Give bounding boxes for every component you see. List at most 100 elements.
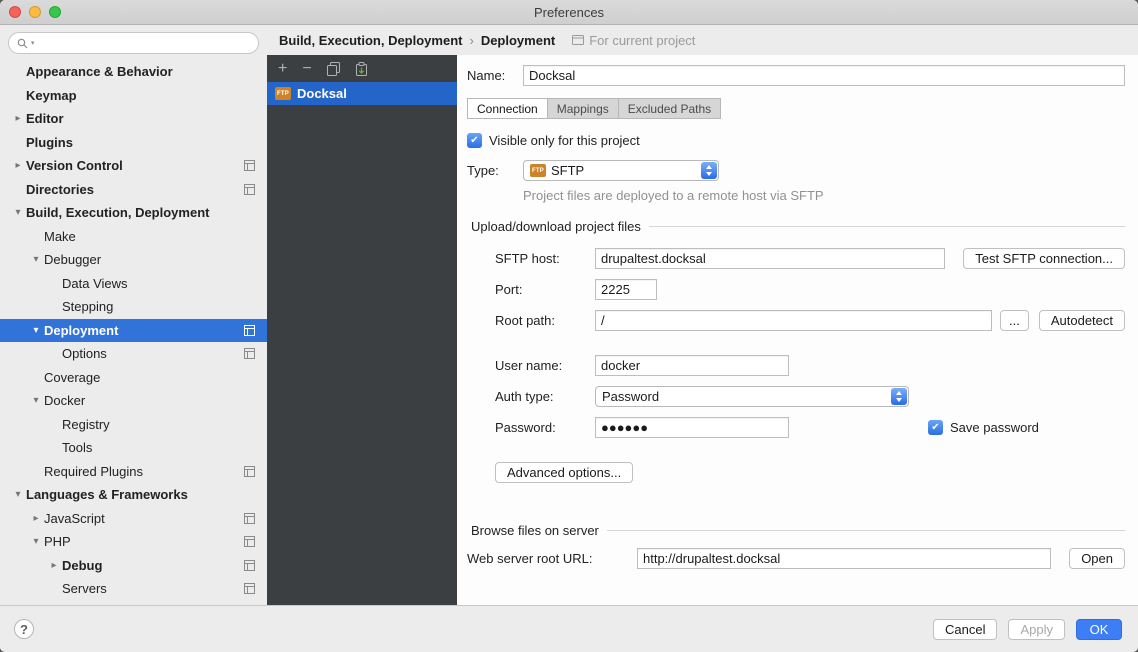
- remove-server-button[interactable]: −: [302, 62, 311, 76]
- sidebar-tree-item[interactable]: ▸ Debug: [0, 554, 267, 578]
- visible-project-label: Visible only for this project: [489, 133, 640, 148]
- visible-project-checkbox[interactable]: ✔: [467, 133, 482, 148]
- breadcrumb-parent[interactable]: Build, Execution, Deployment: [279, 33, 462, 48]
- sidebar-tree-item[interactable]: Plugins: [0, 131, 267, 155]
- cancel-button[interactable]: Cancel: [933, 619, 997, 640]
- sidebar-item-label: Appearance & Behavior: [26, 64, 244, 79]
- sidebar-item-label: Stepping: [62, 299, 244, 314]
- tree-toggle-icon[interactable]: ▸: [10, 113, 26, 124]
- sidebar-tree-item[interactable]: Tools: [0, 436, 267, 460]
- sidebar-tree-item[interactable]: Make: [0, 225, 267, 249]
- browse-section-header: Browse files on server: [467, 523, 1125, 538]
- sidebar-tree-item[interactable]: ▾ PHP: [0, 530, 267, 554]
- root-path-label: Root path:: [495, 313, 595, 328]
- sidebar-tree-item[interactable]: Appearance & Behavior: [0, 60, 267, 84]
- sidebar-item-label: Required Plugins: [44, 464, 244, 479]
- sidebar-tree-item[interactable]: Data Views: [0, 272, 267, 296]
- sidebar-tree-item[interactable]: Registry: [0, 413, 267, 437]
- tree-toggle-icon[interactable]: ▾: [28, 395, 44, 406]
- open-url-button[interactable]: Open: [1069, 548, 1125, 569]
- advanced-options-button[interactable]: Advanced options...: [495, 462, 633, 483]
- zoom-window-button[interactable]: [49, 6, 61, 18]
- dropdown-stepper-icon[interactable]: [701, 162, 717, 179]
- tree-toggle-icon[interactable]: ▾: [28, 536, 44, 547]
- test-sftp-connection-button[interactable]: Test SFTP connection...: [963, 248, 1125, 269]
- name-field[interactable]: [523, 65, 1125, 86]
- sidebar-item-label: Keymap: [26, 88, 244, 103]
- tree-toggle-icon[interactable]: ▸: [10, 160, 26, 171]
- auth-type-select[interactable]: Password: [595, 386, 909, 407]
- sidebar-tree-item[interactable]: ▾ Deployment: [0, 319, 267, 343]
- tree-toggle-icon[interactable]: ▾: [10, 207, 26, 218]
- section-rule: [649, 226, 1125, 227]
- sftp-type-icon: FTP: [530, 164, 546, 177]
- port-label: Port:: [495, 282, 595, 297]
- tree-toggle-icon[interactable]: ▸: [28, 513, 44, 524]
- sidebar-item-label: Version Control: [26, 158, 244, 173]
- sidebar-tree-item[interactable]: ▸ Editor: [0, 107, 267, 131]
- settings-tree: Appearance & Behavior Keymap ▸ Editor Pl…: [0, 56, 267, 605]
- sidebar-tree-item[interactable]: Directories: [0, 178, 267, 202]
- sidebar-item-label: Debug: [62, 558, 244, 573]
- sidebar-tree-item[interactable]: Required Plugins: [0, 460, 267, 484]
- sidebar-tree-item[interactable]: Coverage: [0, 366, 267, 390]
- sidebar-tree-item[interactable]: Options: [0, 342, 267, 366]
- user-name-field[interactable]: [595, 355, 789, 376]
- breadcrumb-current[interactable]: Deployment: [481, 33, 555, 48]
- paste-server-button[interactable]: [355, 62, 368, 76]
- sftp-host-field[interactable]: [595, 248, 945, 269]
- tree-toggle-icon[interactable]: ▾: [28, 325, 44, 336]
- sidebar-tree-item[interactable]: ▾ Debugger: [0, 248, 267, 272]
- search-options-caret-icon[interactable]: ▾: [31, 39, 35, 47]
- user-name-label: User name:: [495, 358, 595, 373]
- web-root-field[interactable]: [637, 548, 1051, 569]
- add-server-button[interactable]: +: [278, 62, 287, 76]
- sftp-server-icon: FTP: [275, 87, 291, 100]
- dialog-footer: ? Cancel Apply OK: [0, 605, 1138, 652]
- type-select[interactable]: FTP SFTP: [523, 160, 719, 181]
- sidebar-tree-item[interactable]: ▾ Build, Execution, Deployment: [0, 201, 267, 225]
- settings-search-box[interactable]: ▾: [8, 32, 259, 54]
- browse-root-path-button[interactable]: ...: [1000, 310, 1029, 331]
- save-password-label: Save password: [950, 420, 1039, 435]
- sidebar-tree-item[interactable]: Stepping: [0, 295, 267, 319]
- search-icon: [17, 38, 28, 49]
- dropdown-stepper-icon[interactable]: [891, 388, 907, 405]
- root-path-field[interactable]: [595, 310, 992, 331]
- save-password-checkbox[interactable]: ✔: [928, 420, 943, 435]
- tab-connection[interactable]: Connection: [467, 98, 548, 119]
- type-label: Type:: [467, 163, 523, 178]
- server-list-item[interactable]: FTP Docksal: [267, 82, 457, 105]
- sidebar-tree-item[interactable]: ▸ Version Control: [0, 154, 267, 178]
- name-label: Name:: [467, 68, 523, 83]
- copy-server-button[interactable]: [327, 62, 340, 76]
- close-window-button[interactable]: [9, 6, 21, 18]
- type-hint-text: Project files are deployed to a remote h…: [523, 188, 1125, 203]
- sidebar-tree-item[interactable]: Keymap: [0, 84, 267, 108]
- sidebar-item-label: Debugger: [44, 252, 244, 267]
- sidebar-tree-item[interactable]: Servers: [0, 577, 267, 601]
- browse-section-title: Browse files on server: [471, 523, 599, 538]
- port-field[interactable]: [595, 279, 657, 300]
- minimize-window-button[interactable]: [29, 6, 41, 18]
- password-field[interactable]: [595, 417, 789, 438]
- apply-button[interactable]: Apply: [1008, 619, 1065, 640]
- window-title: Preferences: [534, 5, 604, 20]
- tab-excluded-paths[interactable]: Excluded Paths: [619, 98, 721, 119]
- auth-type-value: Password: [602, 389, 886, 404]
- tree-toggle-icon[interactable]: ▸: [46, 560, 62, 571]
- sidebar-item-label: Options: [62, 346, 244, 361]
- search-input[interactable]: [38, 36, 250, 50]
- tree-toggle-icon[interactable]: ▾: [10, 489, 26, 500]
- shared-settings-icon: [244, 513, 255, 524]
- shared-settings-icon: [244, 583, 255, 594]
- sidebar-tree-item[interactable]: ▾ Languages & Frameworks: [0, 483, 267, 507]
- sidebar-item-label: Servers: [62, 581, 244, 596]
- sidebar-tree-item[interactable]: ▾ Docker: [0, 389, 267, 413]
- help-button[interactable]: ?: [14, 619, 34, 639]
- sidebar-tree-item[interactable]: ▸ JavaScript: [0, 507, 267, 531]
- tab-mappings[interactable]: Mappings: [548, 98, 619, 119]
- ok-button[interactable]: OK: [1076, 619, 1122, 640]
- autodetect-button[interactable]: Autodetect: [1039, 310, 1125, 331]
- tree-toggle-icon[interactable]: ▾: [28, 254, 44, 265]
